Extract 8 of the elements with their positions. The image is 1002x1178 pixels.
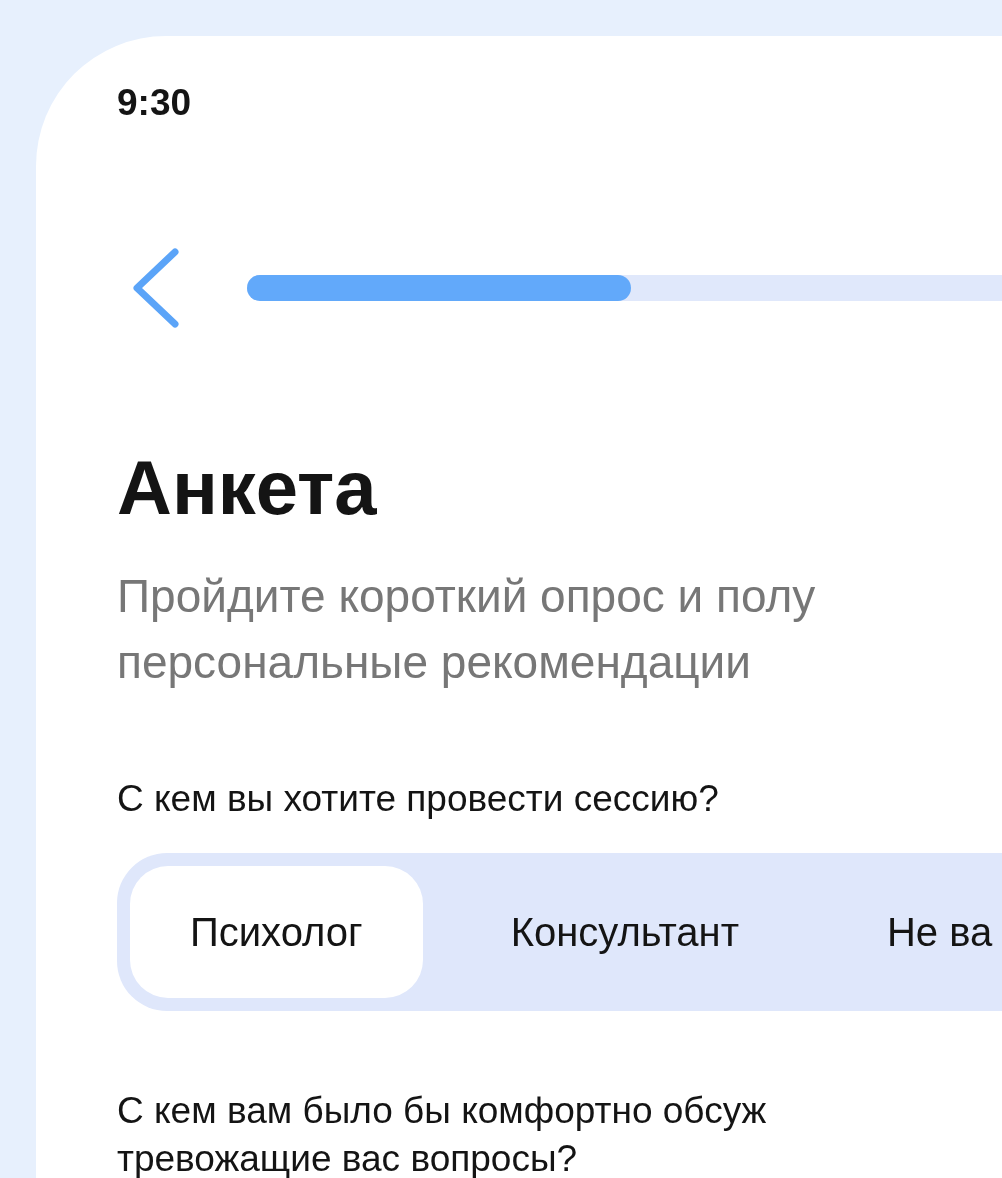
page-title: Анкета [117,444,377,532]
status-time: 9:30 [117,81,192,125]
question-text: С кем вы хотите провести сессию? [117,777,720,821]
back-icon[interactable] [131,248,181,328]
segment-option[interactable]: Психолог [130,866,423,998]
subtitle: Пройдите короткий опрос и полу персональные рекомендации [117,569,816,690]
segment-option[interactable]: Не ва [827,866,1002,998]
segment-option[interactable]: Консультант [450,866,799,998]
